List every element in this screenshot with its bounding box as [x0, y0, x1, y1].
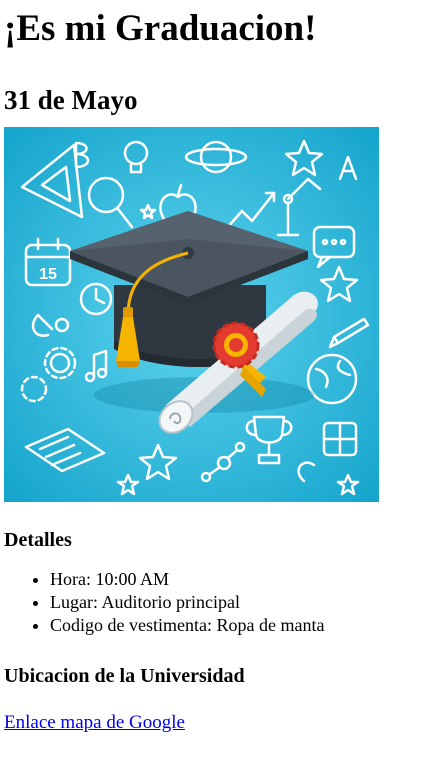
detail-item-place: Lugar: Auditorio principal — [50, 591, 430, 614]
calendar-day-label: 15 — [39, 266, 57, 283]
graduation-illustration: 15 — [4, 127, 379, 502]
detail-item-dress-code: Codigo de vestimenta: Ropa de manta — [50, 614, 430, 637]
page-title: ¡Es mi Graduacion! — [4, 8, 317, 49]
event-date: 31 de Mayo — [4, 85, 138, 115]
page: ¡Es mi Graduacion! 31 de Mayo 15 Detalle… — [0, 8, 434, 734]
university-heading: Ubicacion de la Universidad — [4, 665, 245, 687]
details-list: Hora: 10:00 AM Lugar: Auditorio principa… — [4, 568, 430, 637]
details-heading: Detalles — [4, 529, 72, 551]
detail-item-time: Hora: 10:00 AM — [50, 568, 430, 591]
google-maps-link[interactable]: Enlace mapa de Google — [4, 712, 185, 734]
